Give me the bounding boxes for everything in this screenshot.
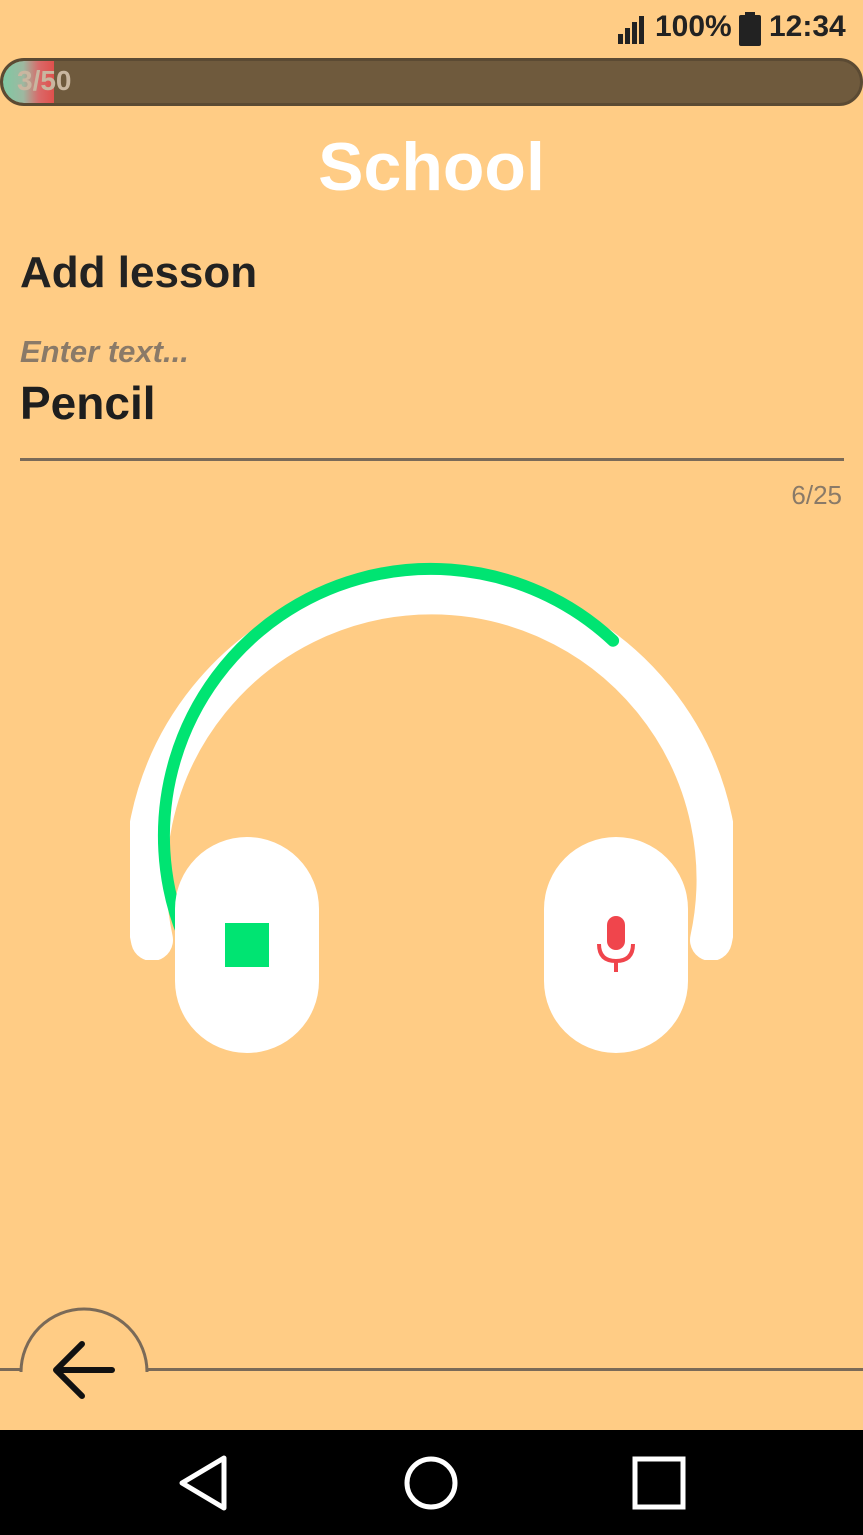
status-bar: 100% 12:34 (0, 0, 863, 58)
nav-back-icon[interactable] (176, 1454, 230, 1512)
page-title: School (318, 129, 545, 205)
signal-icon (618, 16, 644, 44)
lesson-text-hint: Enter text... (20, 334, 189, 369)
add-lesson-heading: Add lesson (20, 248, 258, 297)
status-time: 12:34 (769, 10, 846, 43)
battery-percentage: 100% (655, 10, 732, 43)
nav-recents-icon[interactable] (632, 1456, 686, 1510)
lesson-progress-label: 3/50 (17, 65, 72, 96)
lesson-text-input[interactable]: Pencil (20, 376, 156, 430)
lesson-progress-bar: 3/50 (0, 58, 863, 106)
character-counter: 6/25 (791, 480, 842, 510)
back-arrow-icon (53, 1341, 115, 1399)
microphone-icon (597, 916, 635, 972)
nav-home-icon[interactable] (403, 1455, 459, 1511)
stop-icon (225, 923, 269, 967)
lesson-input-underline (20, 458, 844, 461)
battery-icon (739, 12, 761, 46)
